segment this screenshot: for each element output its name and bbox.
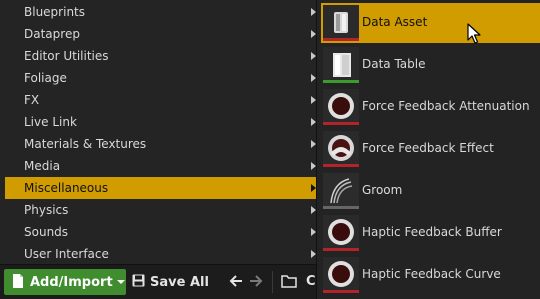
menu-item-label: Miscellaneous [24,181,109,195]
submenu-item-label: Force Feedback Effect [362,141,494,155]
menu-item-user-interface[interactable]: User Interface [5,243,319,265]
add-import-button[interactable]: Add/Import [4,269,126,295]
menu-item-label: Blueprints [24,5,86,19]
groom-icon [323,173,359,209]
menu-item-blueprints[interactable]: Blueprints [5,1,319,23]
history-nav [229,274,263,291]
menu-item-foliage[interactable]: Foliage [5,67,319,89]
mouse-cursor-icon [467,23,481,48]
menu-item-label: Sounds [24,225,69,239]
menu-item-label: Editor Utilities [24,49,109,63]
add-import-label: Add/Import [30,274,113,290]
menu-item-label: Live Link [24,115,77,129]
force-feedback-attenuation-icon [323,89,359,125]
submenu-item-groom[interactable]: Groom [321,171,540,211]
menu-item-dataprep[interactable]: Dataprep [5,23,319,45]
menu-item-label: Dataprep [24,27,80,41]
menu-item-label: Foliage [24,71,67,85]
save-icon [132,274,145,290]
content-browser-toolbar: Add/Import Save All C [0,264,316,299]
category-menu: Blueprints Dataprep Editor Utilities Fol… [0,0,320,264]
submenu-item-label: Haptic Feedback Buffer [362,225,502,239]
menu-item-fx[interactable]: FX [5,89,319,111]
back-arrow-icon[interactable] [229,274,243,291]
menu-item-label: User Interface [24,247,109,261]
menu-item-miscellaneous[interactable]: Miscellaneous [5,177,319,199]
toolbar-truncated-label: C [306,274,316,289]
submenu-item-haptic-feedback-curve[interactable]: Haptic Feedback Curve [321,255,540,295]
menu-item-sounds[interactable]: Sounds [5,221,319,243]
submenu-item-label: Force Feedback Attenuation [362,99,530,113]
haptic-feedback-buffer-icon [323,215,359,251]
submenu-item-haptic-feedback-buffer[interactable]: Haptic Feedback Buffer [321,213,540,253]
miscellaneous-submenu: Data Asset Data Table Force Feedback Att… [316,0,540,299]
forward-arrow-icon[interactable] [249,274,263,291]
new-file-icon [12,273,24,291]
data-asset-icon [323,5,359,41]
haptic-feedback-curve-icon [323,257,359,293]
force-feedback-effect-icon [323,131,359,167]
submenu-item-label: Groom [362,183,403,197]
menu-item-physics[interactable]: Physics [5,199,319,221]
submenu-item-data-table[interactable]: Data Table [321,45,540,85]
chevron-down-icon [116,280,125,284]
submenu-item-label: Data Asset [362,15,428,29]
submenu-item-label: Haptic Feedback Curve [362,267,501,281]
submenu-item-force-feedback-attenuation[interactable]: Force Feedback Attenuation [321,87,540,127]
menu-item-live-link[interactable]: Live Link [5,111,319,133]
menu-item-materials-textures[interactable]: Materials & Textures [5,133,319,155]
toolbar-divider [272,271,273,293]
data-table-icon [323,47,359,83]
submenu-item-data-asset[interactable]: Data Asset [321,3,540,43]
menu-item-editor-utilities[interactable]: Editor Utilities [5,45,319,67]
folder-icon[interactable] [281,274,297,291]
save-all-label: Save All [150,274,209,290]
submenu-item-label: Data Table [362,57,426,71]
save-all-button[interactable]: Save All [132,269,209,295]
submenu-item-force-feedback-effect[interactable]: Force Feedback Effect [321,129,540,169]
menu-item-label: Media [24,159,61,173]
menu-item-label: Physics [24,203,69,217]
menu-item-label: Materials & Textures [24,137,147,151]
menu-item-label: FX [24,93,40,107]
menu-item-media[interactable]: Media [5,155,319,177]
